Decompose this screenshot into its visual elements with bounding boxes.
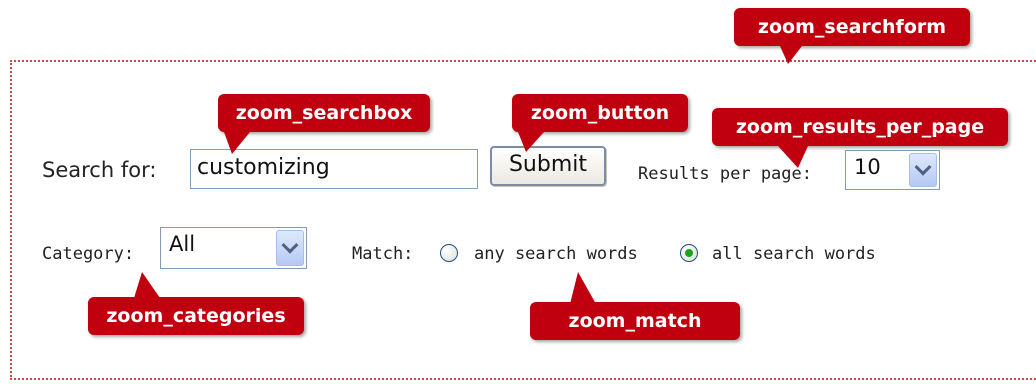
dropdown-arrow-icon[interactable]	[909, 153, 937, 187]
callout-searchform: zoom_searchform	[734, 8, 970, 46]
callout-tail	[518, 132, 544, 152]
callout-tail	[224, 132, 250, 154]
results-per-page-select[interactable]: 10	[845, 150, 940, 190]
callout-tail	[570, 272, 596, 304]
callout-tail	[778, 146, 808, 168]
match-any-radio[interactable]	[440, 244, 458, 262]
callout-button: zoom_button	[512, 94, 688, 132]
dropdown-arrow-icon[interactable]	[276, 230, 304, 266]
category-label: Category:	[42, 244, 135, 264]
submit-button[interactable]: Submit	[490, 146, 606, 186]
radio-selected-dot	[685, 249, 693, 257]
callout-tail	[780, 46, 802, 64]
callout-categories: zoom_categories	[88, 297, 304, 335]
match-any-label[interactable]: any search words	[474, 244, 638, 264]
callout-searchbox: zoom_searchbox	[218, 94, 430, 132]
callout-match: zoom_match	[530, 302, 740, 340]
callout-results-per-page: zoom_results_per_page	[712, 108, 1008, 146]
match-all-label[interactable]: all search words	[712, 244, 876, 264]
category-value: All	[169, 232, 196, 256]
match-label: Match:	[352, 244, 414, 264]
search-input[interactable]: customizing	[190, 149, 478, 189]
category-select[interactable]: All	[160, 227, 307, 269]
callout-tail	[134, 272, 160, 298]
search-label: Search for:	[42, 158, 157, 182]
results-per-page-value: 10	[854, 155, 881, 179]
match-all-radio[interactable]	[680, 244, 698, 262]
